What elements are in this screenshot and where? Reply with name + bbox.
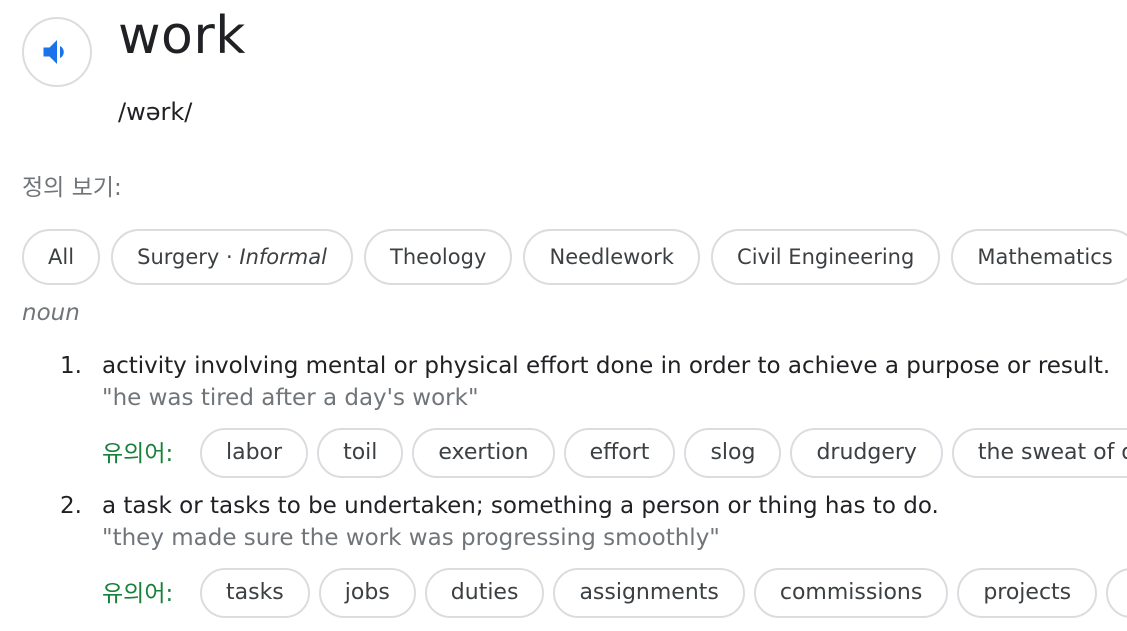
chip-mathematics[interactable]: Mathematics <box>951 229 1127 285</box>
definitions-label: 정의 보기: <box>22 175 122 201</box>
speaker-icon <box>43 40 64 64</box>
sense-example: "he was tired after a day's work" <box>102 385 479 411</box>
synonym-chip[interactable]: jobs <box>318 568 416 618</box>
headword: work <box>118 6 246 66</box>
synonym-chips: labor toil exertion effort slog drudgery the s… <box>200 428 1127 478</box>
synonym-chip[interactable]: slog <box>684 428 782 478</box>
synonym-chip[interactable]: labor <box>200 428 309 478</box>
synonym-chip[interactable]: assignments <box>553 568 745 618</box>
part-of-speech: noun <box>22 300 80 326</box>
pronunciation-button[interactable] <box>22 17 92 87</box>
sense-definition: activity involving mental or physical ef… <box>102 353 1111 379</box>
synonym-chip[interactable]: chores <box>1106 568 1127 618</box>
chip-needlework[interactable]: Needlework <box>523 229 700 285</box>
synonym-chip[interactable]: exertion <box>412 428 555 478</box>
sense-number: 2. <box>60 493 82 519</box>
synonym-chip[interactable]: effort <box>563 428 676 478</box>
synonym-chip[interactable]: the sweat of one's brow <box>951 428 1127 478</box>
chip-surgery[interactable]: Surgery · Informal <box>111 229 353 285</box>
synonyms-label: 유의어: <box>102 441 174 467</box>
synonym-chip[interactable]: commissions <box>753 568 949 618</box>
synonyms-label: 유의어: <box>102 581 174 607</box>
sense-example: "they made sure the work was progressing… <box>102 525 720 551</box>
chip-civil-engineering[interactable]: Civil Engineering <box>711 229 941 285</box>
domain-filter-chips: All Surgery · Informal Theology Needlewo… <box>22 229 1127 285</box>
synonym-chip[interactable]: projects <box>957 568 1098 618</box>
synonym-chips: tasks jobs duties assignments commissions pro… <box>200 568 1127 618</box>
synonym-chip[interactable]: toil <box>317 428 404 478</box>
sense-2: 2. a task or tasks to be undertaken; som… <box>0 490 1127 556</box>
phonetic-transcription: /wərk/ <box>118 98 193 126</box>
chip-theology[interactable]: Theology <box>364 229 513 285</box>
synonym-chip[interactable]: duties <box>424 568 545 618</box>
sense-definition: a task or tasks to be undertaken; someth… <box>102 493 939 519</box>
sense-number: 1. <box>60 353 82 379</box>
synonym-chip[interactable]: tasks <box>200 568 310 618</box>
chip-all[interactable]: All <box>22 229 101 285</box>
synonym-chip[interactable]: drudgery <box>790 428 943 478</box>
sense-1: 1. activity involving mental or physical… <box>0 350 1127 416</box>
